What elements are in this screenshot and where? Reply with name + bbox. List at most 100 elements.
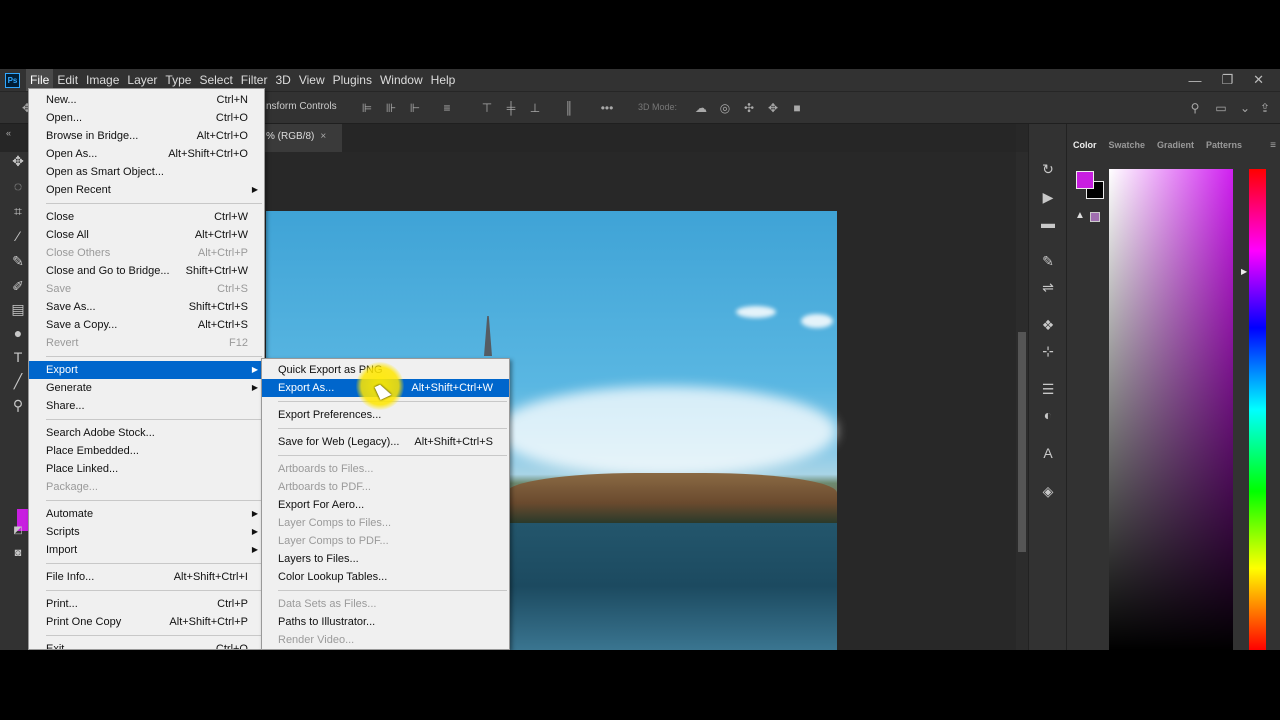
- brush-tool-icon[interactable]: ✎: [9, 252, 27, 270]
- file-menu-open-recent[interactable]: Open Recent ▶: [29, 181, 264, 199]
- type-tool-icon[interactable]: T: [9, 348, 27, 366]
- restore-icon[interactable]: ❐: [1221, 72, 1233, 88]
- export-menu-export-for-aero[interactable]: Export For Aero...: [262, 496, 509, 514]
- crop-tool-icon[interactable]: ⌗: [9, 202, 27, 220]
- export-menu-color-lookup-tables[interactable]: Color Lookup Tables...: [262, 568, 509, 586]
- tab-patterns[interactable]: Patterns: [1200, 136, 1248, 156]
- file-menu-close-and-go-to-bridge[interactable]: Close and Go to Bridge... Shift+Ctrl+W: [29, 262, 264, 280]
- move-tool-icon[interactable]: ✥: [9, 152, 27, 170]
- file-menu-browse-in-bridge[interactable]: Browse in Bridge... Alt+Ctrl+O: [29, 127, 264, 145]
- export-menu-save-for-web-legacy[interactable]: Save for Web (Legacy)... Alt+Shift+Ctrl+S: [262, 433, 509, 451]
- export-menu-paths-to-illustrator[interactable]: Paths to Illustrator...: [262, 613, 509, 631]
- quick-mask-icon[interactable]: ◙: [9, 544, 27, 562]
- color-field[interactable]: [1109, 169, 1233, 650]
- layers-icon[interactable]: ◈: [1039, 482, 1057, 500]
- tab-swatches[interactable]: Swatche: [1103, 136, 1152, 156]
- tab-gradients[interactable]: Gradient: [1151, 136, 1200, 156]
- 3d-slide-icon[interactable]: ✥: [766, 101, 780, 115]
- file-menu-scripts[interactable]: Scripts ▶: [29, 523, 264, 541]
- align-bottom-icon[interactable]: ⊥: [528, 101, 542, 115]
- align-right-icon[interactable]: ⊩: [408, 101, 422, 115]
- file-menu-export[interactable]: Export ▶: [29, 361, 264, 379]
- file-menu-exit[interactable]: Exit Ctrl+Q: [29, 640, 264, 650]
- comments-icon[interactable]: ▬: [1039, 214, 1057, 232]
- file-menu-open[interactable]: Open... Ctrl+O: [29, 109, 264, 127]
- export-menu-layers-to-files[interactable]: Layers to Files...: [262, 550, 509, 568]
- hue-slider-arrow-icon[interactable]: ▶: [1241, 267, 1247, 276]
- menu-help[interactable]: Help: [427, 69, 460, 91]
- align-left-icon[interactable]: ⊫: [360, 101, 374, 115]
- file-menu-new[interactable]: New... Ctrl+N: [29, 91, 264, 109]
- menu-item-shortcut: Ctrl+Q: [215, 643, 248, 650]
- workspace-icon[interactable]: ▭: [1214, 101, 1228, 115]
- file-menu-close-all[interactable]: Close All Alt+Ctrl+W: [29, 226, 264, 244]
- eyedropper-tool-icon[interactable]: ⁄: [9, 227, 27, 245]
- more-options-icon[interactable]: •••: [600, 101, 614, 115]
- swap-colors-icon[interactable]: ◩: [9, 522, 27, 540]
- scrollbar-thumb[interactable]: [1018, 332, 1026, 552]
- lasso-tool-icon[interactable]: ◌: [9, 177, 27, 195]
- 3d-roll-icon[interactable]: ◎: [718, 101, 732, 115]
- file-menu-open-as-smart-object[interactable]: Open as Smart Object...: [29, 163, 264, 181]
- file-menu-generate[interactable]: Generate ▶: [29, 379, 264, 397]
- character-icon[interactable]: A: [1039, 444, 1057, 462]
- file-menu-save-a-copy[interactable]: Save a Copy... Alt+Ctrl+S: [29, 316, 264, 334]
- history-icon[interactable]: ↻: [1039, 160, 1057, 178]
- file-menu-place-embedded[interactable]: Place Embedded...: [29, 442, 264, 460]
- panel-menu-icon[interactable]: ≡: [1270, 140, 1276, 151]
- align-top-icon[interactable]: ⊤: [480, 101, 494, 115]
- align-middle-icon[interactable]: ╪: [504, 101, 518, 115]
- brush-settings-icon[interactable]: ✎: [1039, 252, 1057, 270]
- file-menu-search-adobe-stock[interactable]: Search Adobe Stock...: [29, 424, 264, 442]
- vertical-scrollbar[interactable]: [1016, 152, 1028, 650]
- transform-controls-label[interactable]: nsform Controls: [266, 101, 337, 112]
- path-tool-icon[interactable]: ╱: [9, 372, 27, 390]
- 3d-pan-icon[interactable]: ✣: [742, 101, 756, 115]
- search-icon[interactable]: ⚲: [1188, 101, 1202, 115]
- foreground-color[interactable]: [1076, 171, 1094, 189]
- properties-icon[interactable]: ☰: [1039, 380, 1057, 398]
- share-icon[interactable]: ⇪: [1258, 101, 1272, 115]
- close-icon[interactable]: ✕: [1253, 72, 1264, 88]
- gradient-tool-icon[interactable]: ▤: [9, 300, 27, 318]
- stamp-tool-icon[interactable]: ✐: [9, 277, 27, 295]
- menu-window[interactable]: Window: [376, 69, 427, 91]
- tab-color[interactable]: Color: [1067, 136, 1103, 156]
- file-menu-print[interactable]: Print... Ctrl+P: [29, 595, 264, 613]
- document-tab[interactable]: % (RGB/8) ×: [262, 124, 342, 152]
- actions-icon[interactable]: ▶: [1039, 188, 1057, 206]
- file-menu-close-others: Close Others Alt+Ctrl+P: [29, 244, 264, 262]
- adjustments-icon[interactable]: ⇌: [1039, 278, 1057, 296]
- collapse-arrows-icon[interactable]: «: [6, 128, 11, 138]
- minimize-icon[interactable]: —: [1188, 73, 1201, 88]
- gamut-swatch[interactable]: [1090, 212, 1100, 222]
- 3d-orbit-icon[interactable]: ☁: [694, 101, 708, 115]
- menu-view[interactable]: View: [295, 69, 329, 91]
- file-menu-share[interactable]: Share...: [29, 397, 264, 415]
- channels-icon[interactable]: ❖: [1039, 316, 1057, 334]
- chevron-down-icon[interactable]: ⌄: [1238, 101, 1252, 115]
- file-menu-place-linked[interactable]: Place Linked...: [29, 460, 264, 478]
- file-menu-open-as[interactable]: Open As... Alt+Shift+Ctrl+O: [29, 145, 264, 163]
- distribute-vertical-icon[interactable]: ║: [562, 101, 576, 115]
- paths-icon[interactable]: ⊹: [1039, 342, 1057, 360]
- file-menu-print-one-copy[interactable]: Print One Copy Alt+Shift+Ctrl+P: [29, 613, 264, 631]
- file-menu-file-info[interactable]: File Info... Alt+Shift+Ctrl+I: [29, 568, 264, 586]
- gamut-warning-icon: ▲: [1075, 210, 1085, 221]
- file-menu-automate[interactable]: Automate ▶: [29, 505, 264, 523]
- file-menu-import[interactable]: Import ▶: [29, 541, 264, 559]
- menu-item-label: Print...: [46, 598, 78, 610]
- dodge-tool-icon[interactable]: ●: [9, 324, 27, 342]
- menu-item-label: Place Linked...: [46, 463, 119, 475]
- file-menu-save-as[interactable]: Save As... Shift+Ctrl+S: [29, 298, 264, 316]
- zoom-tool-icon[interactable]: ⚲: [9, 396, 27, 414]
- menu-3d[interactable]: 3D: [271, 69, 294, 91]
- align-center-icon[interactable]: ⊪: [384, 101, 398, 115]
- distribute-icon[interactable]: ≡: [440, 101, 454, 115]
- 3d-scale-icon[interactable]: ■: [790, 101, 804, 115]
- menu-plugins[interactable]: Plugins: [329, 69, 376, 91]
- close-tab-icon[interactable]: ×: [320, 131, 326, 142]
- hue-slider[interactable]: [1249, 169, 1266, 650]
- file-menu-close[interactable]: Close Ctrl+W: [29, 208, 264, 226]
- styles-icon[interactable]: ◐: [1039, 406, 1057, 424]
